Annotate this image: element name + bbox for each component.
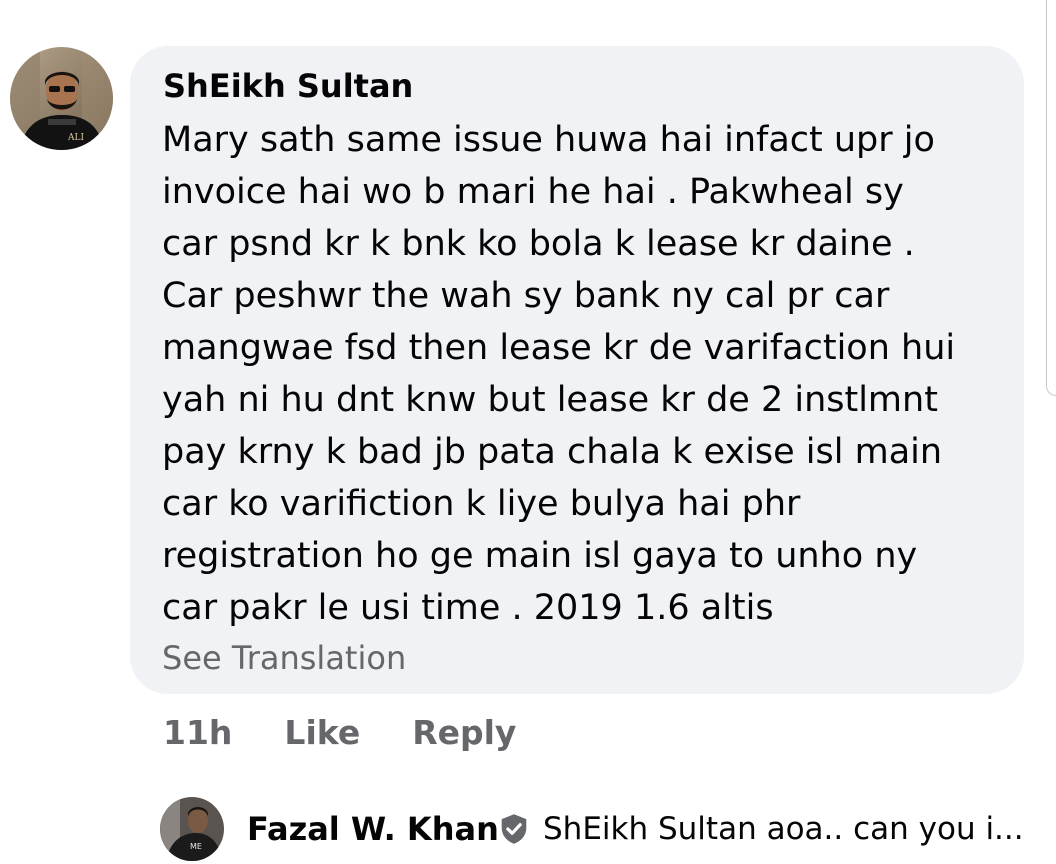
see-translation-link[interactable]: See Translation	[162, 636, 406, 680]
comment-actions: 11h Like Reply	[163, 708, 516, 756]
scrollbar-track	[1046, 0, 1056, 396]
comment-author-name[interactable]: ShEikh Sultan	[163, 66, 413, 106]
comment-bubble: ShEikh Sultan Mary sath same issue huwa …	[130, 46, 1024, 694]
reply-avatar[interactable]: ME	[160, 797, 224, 861]
avatar-photo-icon: ME	[160, 797, 224, 861]
avatar-photo-icon: ALI	[10, 47, 113, 150]
reply-author-name[interactable]: Fazal W. Khan	[247, 809, 499, 849]
like-button[interactable]: Like	[284, 713, 360, 752]
reply-preview-text[interactable]: ShEikh Sultan aoa.. can you i...	[543, 809, 1024, 849]
comment-timestamp[interactable]: 11h	[163, 713, 232, 752]
reply-preview-row[interactable]: ME Fazal W. Khan ShEikh Sultan aoa.. can…	[160, 797, 1040, 861]
svg-text:ME: ME	[190, 842, 202, 851]
reply-button[interactable]: Reply	[412, 713, 516, 752]
shield-check-icon	[501, 814, 527, 844]
comment-text: Mary sath same issue huwa hai infact upr…	[162, 120, 956, 628]
comment-thread: ALI ShEikh Sultan Mary sath same issue h…	[0, 0, 1056, 864]
svg-text:ALI: ALI	[67, 133, 84, 143]
commenter-avatar[interactable]: ALI	[10, 47, 113, 150]
